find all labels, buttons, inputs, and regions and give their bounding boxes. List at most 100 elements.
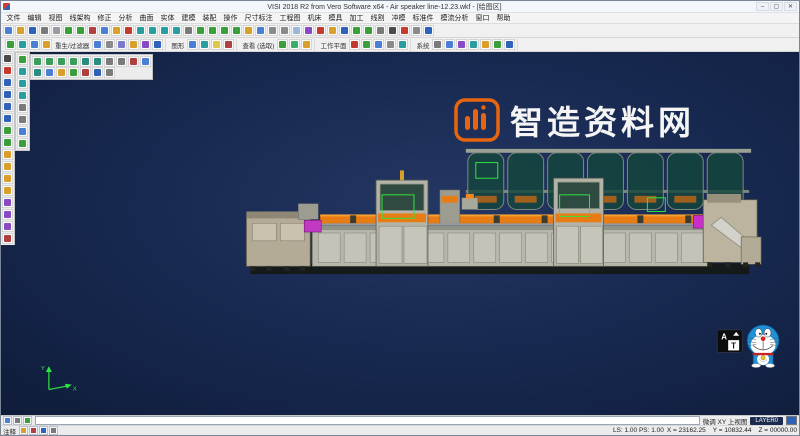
chamfer-icon[interactable] bbox=[2, 185, 13, 196]
menu-progress-die[interactable]: 冲模 bbox=[388, 13, 409, 23]
filter-wireframe-icon[interactable] bbox=[116, 39, 127, 50]
zoom-in-icon[interactable] bbox=[147, 25, 158, 36]
layer-badge[interactable]: LAYER0 bbox=[750, 417, 783, 425]
history-icon[interactable] bbox=[3, 416, 12, 425]
active-color-swatch[interactable] bbox=[786, 416, 797, 425]
rotate-view-icon[interactable] bbox=[243, 25, 254, 36]
calculator-icon[interactable] bbox=[492, 39, 503, 50]
regenerate-icon[interactable] bbox=[5, 39, 16, 50]
plane-3pt-icon[interactable] bbox=[385, 39, 396, 50]
draw-polyline-icon[interactable] bbox=[2, 125, 13, 136]
lighting-icon[interactable] bbox=[211, 39, 222, 50]
color-icon[interactable] bbox=[315, 25, 326, 36]
snap-icon[interactable] bbox=[423, 25, 434, 36]
draw-point-icon[interactable] bbox=[2, 65, 13, 76]
shaded-view-icon[interactable] bbox=[255, 25, 266, 36]
extend-icon[interactable] bbox=[2, 161, 13, 172]
draw-circle-icon[interactable] bbox=[2, 101, 13, 112]
menu-dimension[interactable]: 尺寸标注 bbox=[241, 13, 276, 23]
copy-icon[interactable] bbox=[99, 25, 110, 36]
delete-icon[interactable] bbox=[123, 25, 134, 36]
shading-mode-icon[interactable] bbox=[187, 39, 198, 50]
view-right-icon[interactable] bbox=[231, 25, 242, 36]
help-icon[interactable] bbox=[504, 39, 515, 50]
view-iso-icon[interactable] bbox=[195, 25, 206, 36]
save-icon[interactable] bbox=[27, 25, 38, 36]
menu-mold[interactable]: 模具 bbox=[325, 13, 346, 23]
transparency-icon[interactable] bbox=[291, 25, 302, 36]
redraw-all-icon[interactable] bbox=[17, 126, 28, 137]
invert-selection-icon[interactable] bbox=[116, 56, 127, 67]
menu-wire-edm[interactable]: 线割 bbox=[367, 13, 388, 23]
background-icon[interactable] bbox=[199, 39, 210, 50]
view-front-icon[interactable] bbox=[219, 25, 230, 36]
screen-capture-icon[interactable] bbox=[104, 67, 115, 78]
select-loop-icon[interactable] bbox=[80, 56, 91, 67]
flag-icon[interactable] bbox=[29, 426, 38, 435]
menu-machine[interactable]: 机床 bbox=[304, 13, 325, 23]
snap-settings-icon[interactable] bbox=[23, 416, 32, 425]
keyboard-entry-icon[interactable] bbox=[13, 416, 22, 425]
print-preview-icon[interactable] bbox=[51, 25, 62, 36]
plane-xz-icon[interactable] bbox=[361, 39, 372, 50]
menu-flow-analysis[interactable]: 模流分析 bbox=[437, 13, 472, 23]
select-face-icon[interactable] bbox=[32, 56, 43, 67]
selection-filter-icon[interactable] bbox=[339, 25, 350, 36]
menu-edit[interactable]: 编辑 bbox=[24, 13, 45, 23]
select-chain-icon[interactable] bbox=[301, 39, 312, 50]
annotation-icon[interactable] bbox=[375, 25, 386, 36]
filter-solids-icon[interactable] bbox=[140, 39, 151, 50]
dynamic-rotate-icon[interactable] bbox=[17, 66, 28, 77]
assembly-tree-icon[interactable] bbox=[68, 67, 79, 78]
dynamic-zoom-icon[interactable] bbox=[17, 90, 28, 101]
select-pointer-icon[interactable] bbox=[2, 53, 13, 64]
wireframe-view-icon[interactable] bbox=[267, 25, 278, 36]
menu-assembly[interactable]: 装配 bbox=[199, 13, 220, 23]
menu-modify[interactable]: 修正 bbox=[94, 13, 115, 23]
menu-window[interactable]: 窗口 bbox=[472, 13, 493, 23]
menu-file[interactable]: 文件 bbox=[3, 13, 24, 23]
measure-distance-icon[interactable] bbox=[351, 25, 362, 36]
pin-icon[interactable] bbox=[39, 426, 48, 435]
explode-view-icon[interactable] bbox=[56, 67, 67, 78]
dynamic-pan-icon[interactable] bbox=[17, 78, 28, 89]
pan-icon[interactable] bbox=[183, 25, 194, 36]
plane-yz-icon[interactable] bbox=[373, 39, 384, 50]
menu-surface[interactable]: 曲面 bbox=[136, 13, 157, 23]
filter-all-icon[interactable] bbox=[92, 39, 103, 50]
view-top-icon[interactable] bbox=[207, 25, 218, 36]
close-button[interactable]: ✕ bbox=[784, 2, 797, 11]
draw-spline-icon[interactable] bbox=[2, 137, 13, 148]
plane-view-icon[interactable] bbox=[397, 39, 408, 50]
full-extent-icon[interactable] bbox=[17, 138, 28, 149]
draw-line-icon[interactable] bbox=[2, 77, 13, 88]
measure-angle-icon[interactable] bbox=[363, 25, 374, 36]
menu-standard-parts[interactable]: 标准件 bbox=[409, 13, 437, 23]
filter-mesh-icon[interactable] bbox=[152, 39, 163, 50]
view-mode-status[interactable]: 微调 XY 上视图 bbox=[703, 416, 748, 426]
paste-icon[interactable] bbox=[111, 25, 122, 36]
interference-check-icon[interactable] bbox=[80, 67, 91, 78]
move-icon[interactable] bbox=[2, 197, 13, 208]
fillet-icon[interactable] bbox=[2, 173, 13, 184]
rebuild-icon[interactable] bbox=[41, 39, 52, 50]
note-icon[interactable] bbox=[19, 426, 28, 435]
plugin-icon[interactable] bbox=[468, 39, 479, 50]
scale-status[interactable]: LS: 1.00 PS: 1.00 bbox=[613, 427, 664, 434]
library-icon[interactable] bbox=[480, 39, 491, 50]
hide-selected-icon[interactable] bbox=[128, 56, 139, 67]
draw-rectangle-icon[interactable] bbox=[2, 113, 13, 124]
menu-modeling[interactable]: 建模 bbox=[178, 13, 199, 23]
zoom-out-icon[interactable] bbox=[159, 25, 170, 36]
layer-manager-icon[interactable] bbox=[303, 25, 314, 36]
refresh-icon[interactable] bbox=[29, 39, 40, 50]
menu-drafting[interactable]: 工程图 bbox=[276, 13, 304, 23]
draw-arc-icon[interactable] bbox=[2, 89, 13, 100]
menu-view[interactable]: 视图 bbox=[45, 13, 66, 23]
show-all-icon[interactable] bbox=[140, 56, 151, 67]
grid-icon[interactable] bbox=[411, 25, 422, 36]
section-view-icon[interactable] bbox=[44, 67, 55, 78]
wcs-icon[interactable] bbox=[399, 25, 410, 36]
select-edge-icon[interactable] bbox=[44, 56, 55, 67]
filter-points-icon[interactable] bbox=[104, 39, 115, 50]
